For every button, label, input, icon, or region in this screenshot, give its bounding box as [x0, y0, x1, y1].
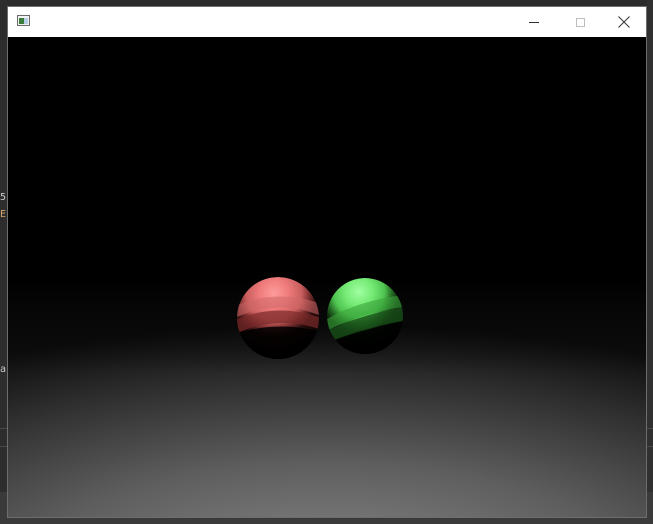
minimize-icon — [529, 21, 539, 23]
render-canvas[interactable] — [8, 37, 646, 517]
background-text-fragment: E — [0, 209, 7, 220]
scene-svg — [8, 277, 646, 517]
background-text-fragment: 5 — [0, 192, 7, 203]
app-window-icon[interactable] — [17, 15, 30, 26]
app-window — [7, 6, 647, 518]
floor-horizon-fade — [8, 277, 646, 517]
close-icon — [618, 16, 630, 28]
title-bar[interactable] — [8, 7, 646, 37]
maximize-button[interactable] — [557, 7, 603, 37]
minimize-button[interactable] — [511, 7, 557, 37]
close-button[interactable] — [601, 7, 647, 37]
maximize-icon — [575, 17, 585, 27]
